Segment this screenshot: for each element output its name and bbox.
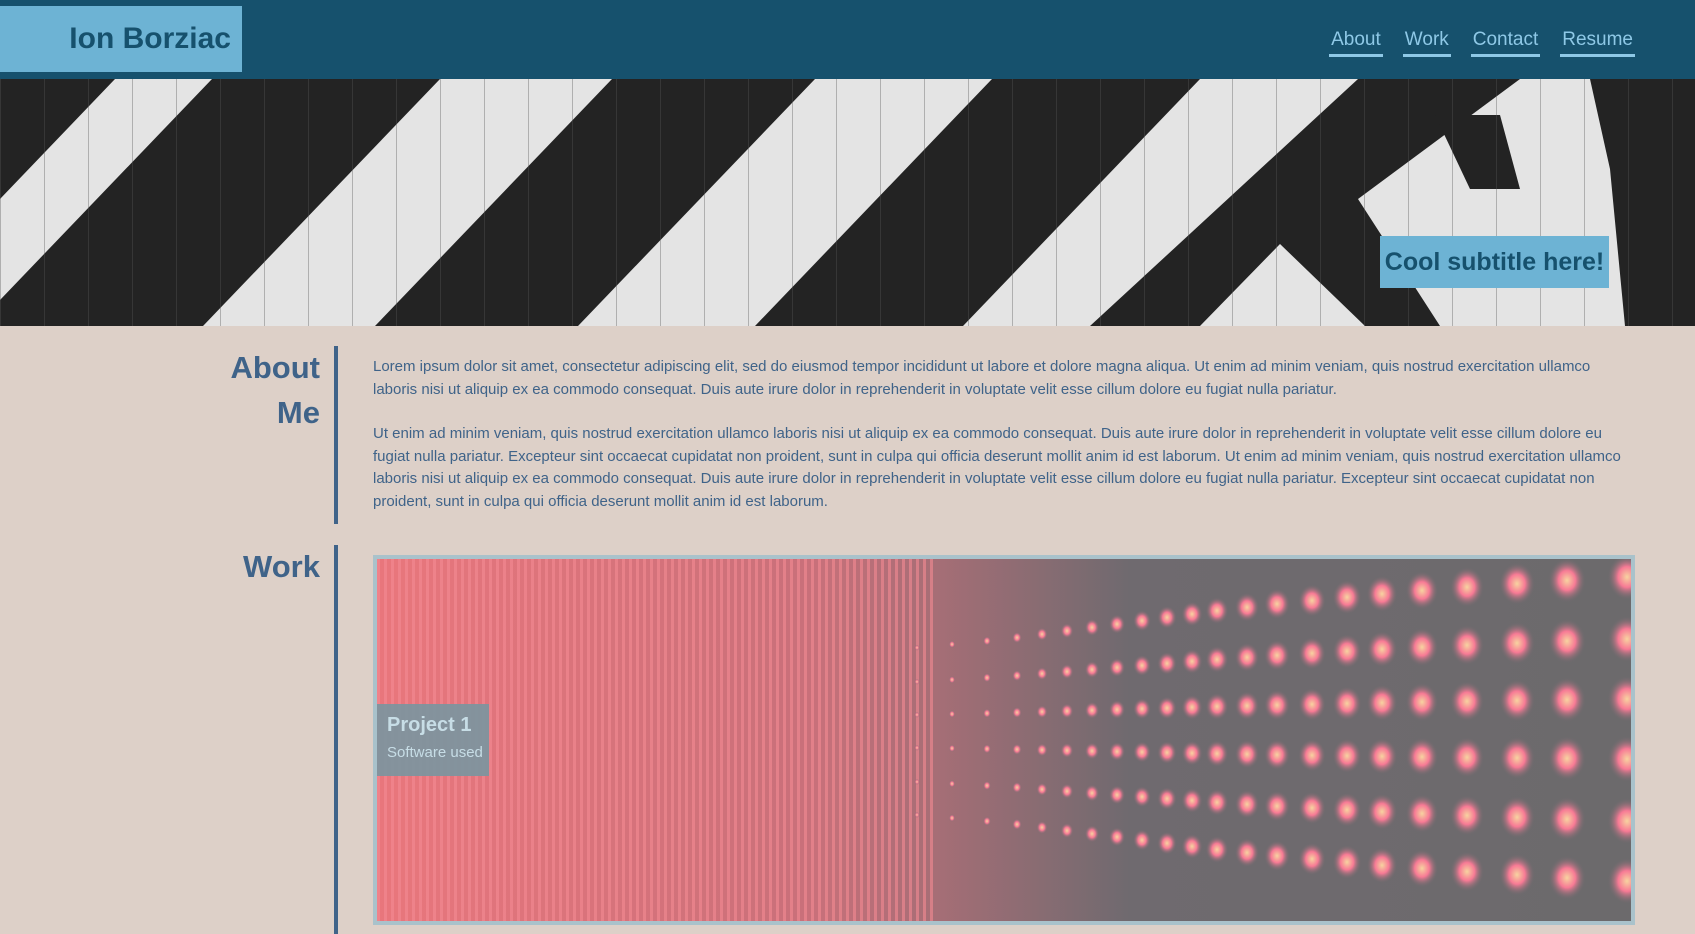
nav-link-contact[interactable]: Contact	[1470, 27, 1541, 57]
project-title: Project 1	[387, 714, 472, 736]
project-thumbnail-image	[377, 559, 1631, 921]
hero-subtitle: Cool subtitle here!	[1380, 236, 1609, 288]
about-section-title: About Me	[0, 345, 320, 435]
brand-name: Ion Borziac	[69, 22, 231, 55]
nav-link-resume[interactable]: Resume	[1560, 27, 1635, 57]
project-software: Software used	[387, 744, 483, 761]
site-header: Ion Borziac About Work Contact Resume	[0, 0, 1695, 79]
about-paragraph: Lorem ipsum dolor sit amet, consectetur …	[373, 358, 1591, 398]
about-divider	[334, 346, 338, 524]
nav-link-about[interactable]: About	[1329, 27, 1383, 57]
nav-link-work[interactable]: Work	[1402, 27, 1451, 57]
about-title-line1: About	[230, 350, 320, 385]
about-title-line2: Me	[276, 395, 320, 430]
about-paragraph: Ut enim ad minim veniam, quis nostrud ex…	[373, 425, 1621, 510]
hero-banner	[0, 79, 1695, 326]
brand-logo[interactable]: Ion Borziac	[0, 6, 242, 72]
project-card[interactable]: Project 1 Software used	[373, 555, 1635, 925]
work-section-title: Work	[243, 549, 320, 584]
work-divider	[334, 545, 338, 934]
project-label: Project 1 Software used	[377, 704, 489, 776]
about-body: Lorem ipsum dolor sit amet, consectetur …	[373, 356, 1628, 513]
main-nav: About Work Contact Resume	[1329, 27, 1635, 57]
hero-background-image	[0, 79, 1695, 326]
